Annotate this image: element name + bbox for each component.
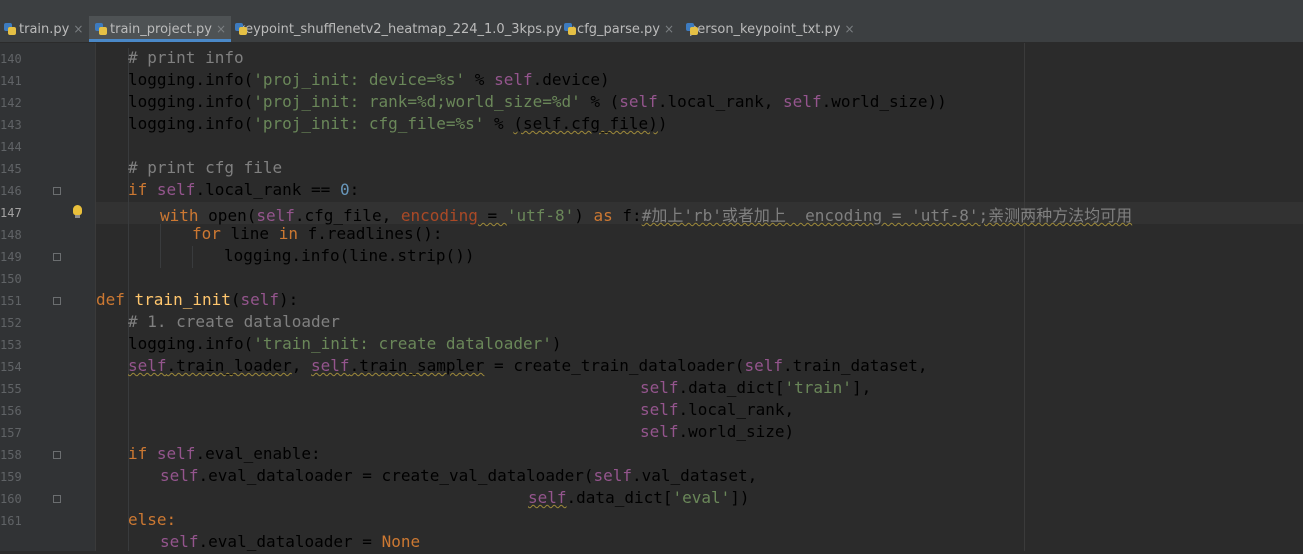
indent-guide <box>192 246 193 268</box>
tab-label: person_keypoint_txt.py <box>689 21 841 37</box>
lightbulb-intention-icon[interactable] <box>73 205 82 218</box>
close-icon[interactable]: × <box>664 22 674 36</box>
line-number: 161 <box>0 514 22 528</box>
tab-label: keypoint_shufflenetv2_heatmap_224_1.0_3k… <box>238 21 563 37</box>
line-number: 141 <box>0 74 22 88</box>
python-file-icon <box>95 23 107 35</box>
right-margin-guide <box>1024 43 1025 551</box>
line-number: 146 <box>0 184 22 198</box>
line-number: 144 <box>0 140 22 154</box>
fold-marker-icon[interactable] <box>53 297 61 305</box>
code-line-current: with open(self.cfg_file, encoding = 'utf… <box>160 206 1133 225</box>
line-number: 142 <box>0 96 22 110</box>
line-number: 145 <box>0 162 22 176</box>
code-line: self.world_size) <box>640 422 795 441</box>
code-line: logging.info('train_init: create dataloa… <box>128 334 562 353</box>
tab-person-keypoint-txt-py[interactable]: person_keypoint_txt.py × <box>686 16 855 42</box>
code-line: # print info <box>128 48 244 67</box>
line-number: 153 <box>0 338 22 352</box>
code-line: # 1. create dataloader <box>128 312 340 331</box>
close-icon[interactable]: × <box>216 22 226 36</box>
code-line: self.local_rank, <box>640 400 795 419</box>
tab-label: cfg_parse.py <box>577 21 660 37</box>
code-line: self.train_loader, self.train_sampler = … <box>128 356 928 375</box>
code-line: if self.eval_enable: <box>128 444 321 463</box>
line-number: 159 <box>0 470 22 484</box>
code-line: logging.info(line.strip()) <box>224 246 475 265</box>
line-number: 158 <box>0 448 22 462</box>
code-line: self.data_dict['eval']) <box>528 488 750 507</box>
close-icon[interactable]: × <box>844 22 854 36</box>
line-number: 149 <box>0 250 22 264</box>
tab-keypoint-config-py[interactable]: keypoint_shufflenetv2_heatmap_224_1.0_3k… <box>235 16 576 42</box>
editor-tab-bar: train.py × train_project.py × keypoint_s… <box>0 16 1303 43</box>
line-number-current: 147 <box>0 206 22 220</box>
python-file-icon <box>564 23 576 35</box>
python-file-icon <box>4 23 16 35</box>
line-number: 160 <box>0 492 22 506</box>
code-line: self.eval_dataloader = create_val_datalo… <box>160 466 758 485</box>
line-number: 156 <box>0 404 22 418</box>
tab-train-project-py[interactable]: train_project.py × <box>89 16 231 42</box>
code-line: else: <box>128 510 177 529</box>
code-line: logging.info('proj_init: device=%s' % se… <box>128 70 610 89</box>
fold-marker-icon[interactable] <box>53 451 61 459</box>
line-number: 143 <box>0 118 22 132</box>
code-line: self.data_dict['train'], <box>640 378 872 397</box>
window-top-strip <box>0 0 1303 17</box>
line-number: 154 <box>0 360 22 374</box>
fold-marker-icon[interactable] <box>53 253 61 261</box>
line-number: 152 <box>0 316 22 330</box>
tab-cfg-parse-py[interactable]: cfg_parse.py × <box>564 16 674 42</box>
tab-label: train_project.py <box>110 21 212 37</box>
line-number: 155 <box>0 382 22 396</box>
code-line: for line in f.readlines(): <box>192 224 443 243</box>
line-number: 140 <box>0 52 22 66</box>
tab-label: train.py <box>19 21 70 37</box>
code-line: logging.info('proj_init: cfg_file=%s' % … <box>128 114 668 133</box>
code-line: def train_init(self): <box>96 290 299 309</box>
fold-marker-icon[interactable] <box>53 495 61 503</box>
line-number: 150 <box>0 272 22 286</box>
indent-guide <box>160 224 161 268</box>
code-line: # print cfg file <box>128 158 283 177</box>
line-number: 148 <box>0 228 22 242</box>
fold-marker-icon[interactable] <box>53 187 61 195</box>
line-number: 157 <box>0 426 22 440</box>
tab-train-py[interactable]: train.py × <box>4 16 86 42</box>
code-line: logging.info('proj_init: rank=%d;world_s… <box>128 92 947 111</box>
line-number: 151 <box>0 294 22 308</box>
close-icon[interactable]: × <box>73 22 83 36</box>
code-line: if self.local_rank == 0: <box>128 180 360 199</box>
